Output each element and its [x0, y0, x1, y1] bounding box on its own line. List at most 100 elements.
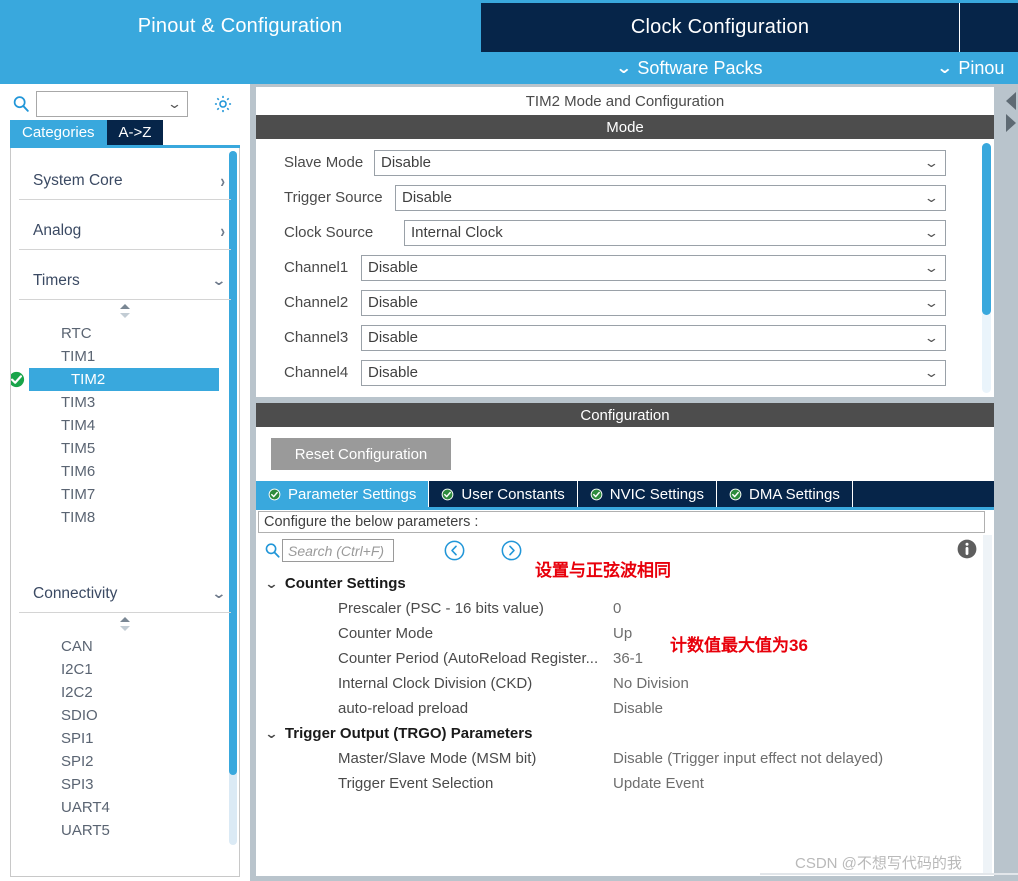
param-row-clock-division[interactable]: Internal Clock Division (CKD) No Divisio… — [338, 671, 689, 696]
ip-item-uart5[interactable]: UART5 — [19, 819, 231, 842]
param-row-counter-mode[interactable]: Counter Mode Up — [338, 621, 632, 646]
chevron-down-icon: ⌄ — [923, 189, 940, 205]
tab-clock-configuration[interactable]: Clock Configuration — [481, 3, 959, 52]
select-slave-mode[interactable]: Disable ⌄ — [374, 149, 946, 176]
select-channel2[interactable]: Disable ⌄ — [361, 289, 946, 316]
ip-item-tim3[interactable]: TIM3 — [19, 391, 231, 414]
tab-a-to-z[interactable]: A->Z — [106, 120, 164, 145]
param-group-counter-settings[interactable]: ⌄ Counter Settings — [264, 571, 405, 596]
param-name: auto-reload preload — [338, 700, 469, 717]
tab-dma-settings[interactable]: DMA Settings — [717, 481, 853, 507]
tab-pinout-configuration[interactable]: Pinout & Configuration — [0, 0, 480, 52]
ip-item-label: TIM1 — [61, 348, 96, 365]
chevron-right-icon: › — [220, 170, 225, 191]
reset-configuration-button[interactable]: Reset Configuration — [271, 438, 451, 470]
ribbon-menu-row: ⌄ Software Packs ⌄ Pinou — [0, 52, 1018, 84]
field-channel2: Channel2 Disable ⌄ — [256, 285, 994, 320]
ip-item-label: TIM2 — [71, 371, 106, 388]
field-slave-mode: Slave Mode Disable ⌄ — [256, 145, 994, 180]
ip-item-i2c1[interactable]: I2C1 — [19, 658, 231, 681]
chevron-left-circle-icon[interactable] — [444, 540, 465, 561]
field-label: Channel4 — [284, 364, 349, 381]
mode-scrollbar-thumb[interactable] — [982, 143, 991, 315]
sidebar-group-timers[interactable]: Timers ⌄ — [19, 262, 231, 300]
field-channel4: Channel4 Disable ⌄ — [256, 355, 994, 390]
ip-item-can[interactable]: CAN — [19, 635, 231, 658]
mode-panel: TIM2 Mode and Configuration Mode Slave M… — [255, 86, 995, 398]
timers-scroll-spinner[interactable] — [19, 300, 231, 322]
ip-item-uart4[interactable]: UART4 — [19, 796, 231, 819]
parameter-search-input[interactable]: Search (Ctrl+F) — [282, 539, 394, 562]
sidebar-group-analog[interactable]: Analog › — [19, 212, 231, 250]
expand-right-arrow-icon[interactable] — [1006, 114, 1016, 132]
ip-item-tim2[interactable]: TIM2 — [11, 368, 219, 391]
ip-item-tim1[interactable]: TIM1 — [19, 345, 231, 368]
param-value: Disable (Trigger input effect not delaye… — [613, 750, 884, 767]
mode-scrollbar-track[interactable] — [982, 143, 991, 393]
param-row-trigger-event-selection[interactable]: Trigger Event Selection Update Event — [338, 771, 704, 796]
search-input[interactable]: ⌄ — [36, 91, 188, 117]
chevron-right-circle-icon[interactable] — [501, 540, 522, 561]
gear-icon[interactable] — [212, 93, 234, 115]
ip-item-spi1[interactable]: SPI1 — [19, 727, 231, 750]
ip-item-spi2[interactable]: SPI2 — [19, 750, 231, 773]
annotation-text: 设置与正弦波相同 — [535, 561, 671, 580]
watermark-rule — [760, 873, 1018, 875]
collapse-left-arrow-icon[interactable] — [1006, 92, 1016, 110]
chevron-down-icon: ⌄ — [211, 272, 227, 288]
ip-item-tim4[interactable]: TIM4 — [19, 414, 231, 437]
ip-item-spi3[interactable]: SPI3 — [19, 773, 231, 796]
param-row-auto-reload-preload[interactable]: auto-reload preload Disable — [338, 696, 663, 721]
select-channel4[interactable]: Disable ⌄ — [361, 359, 946, 386]
param-row-counter-period[interactable]: Counter Period (AutoReload Register... 3… — [338, 646, 643, 671]
menu-software-packs[interactable]: ⌄ Software Packs — [615, 58, 762, 79]
ip-item-tim8[interactable]: TIM8 — [19, 506, 231, 529]
tab-next-partial[interactable] — [960, 3, 1018, 52]
tab-nvic-settings[interactable]: NVIC Settings — [577, 481, 717, 507]
sidebar-group-timers-label: Timers — [33, 271, 80, 289]
cubemx-window: Pinout & Configuration Clock Configurati… — [0, 0, 1018, 881]
timers-ip-list: RTC TIM1 TIM2 TIM3 TIM4 TIM5 TIM6 TIM7 T… — [11, 322, 231, 529]
param-row-prescaler[interactable]: Prescaler (PSC - 16 bits value) 0 — [338, 596, 621, 621]
top-ribbon: Pinout & Configuration Clock Configurati… — [0, 0, 1018, 84]
param-value: 0 — [613, 600, 622, 617]
sidebar-group-connectivity[interactable]: Connectivity ⌄ — [19, 575, 231, 613]
param-row-master-slave-mode[interactable]: Master/Slave Mode (MSM bit) Disable (Tri… — [338, 746, 883, 771]
main-vertical-scrollbar[interactable] — [1002, 84, 1018, 881]
chevron-down-icon: ⌄ — [615, 60, 633, 77]
select-channel3[interactable]: Disable ⌄ — [361, 324, 946, 351]
param-name: Trigger Event Selection — [338, 775, 494, 792]
tab-label: User Constants — [461, 485, 565, 503]
check-circle-icon — [442, 488, 454, 500]
configuration-scrollbar-track[interactable] — [983, 535, 992, 875]
configure-hint-bar: Configure the below parameters : — [258, 511, 985, 533]
sidebar-group-system-core[interactable]: System Core › — [19, 162, 231, 200]
ip-item-sdio[interactable]: SDIO — [19, 704, 231, 727]
connectivity-scroll-spinner[interactable] — [19, 613, 231, 635]
search-icon — [13, 96, 29, 112]
param-group-trgo[interactable]: ⌄ Trigger Output (TRGO) Parameters — [264, 721, 532, 746]
ip-item-tim6[interactable]: TIM6 — [19, 460, 231, 483]
ip-item-label: SPI2 — [61, 753, 94, 770]
select-trigger-source[interactable]: Disable ⌄ — [395, 184, 946, 211]
select-channel1[interactable]: Disable ⌄ — [361, 254, 946, 281]
ip-item-i2c2[interactable]: I2C2 — [19, 681, 231, 704]
configuration-section-header: Configuration — [256, 403, 994, 427]
info-icon[interactable] — [956, 538, 978, 560]
ip-item-label: SPI3 — [61, 776, 94, 793]
select-clock-source[interactable]: Internal Clock ⌄ — [404, 219, 946, 246]
tab-a-to-z-label: A->Z — [118, 124, 152, 141]
menu-pinout[interactable]: ⌄ Pinou — [936, 58, 1004, 79]
param-value: Disable — [613, 700, 664, 717]
tab-label: NVIC Settings — [609, 485, 704, 503]
ip-item-tim5[interactable]: TIM5 — [19, 437, 231, 460]
tab-categories[interactable]: Categories — [10, 120, 107, 145]
tab-user-constants[interactable]: User Constants — [429, 481, 578, 507]
ip-item-rtc[interactable]: RTC — [19, 322, 231, 345]
sidebar-tabs: Categories A->Z — [10, 120, 164, 145]
ip-item-tim7[interactable]: TIM7 — [19, 483, 231, 506]
param-value: Up — [613, 625, 633, 642]
tab-parameter-settings[interactable]: Parameter Settings — [256, 481, 430, 507]
field-label: Channel2 — [284, 294, 349, 311]
field-label: Channel1 — [284, 259, 349, 276]
